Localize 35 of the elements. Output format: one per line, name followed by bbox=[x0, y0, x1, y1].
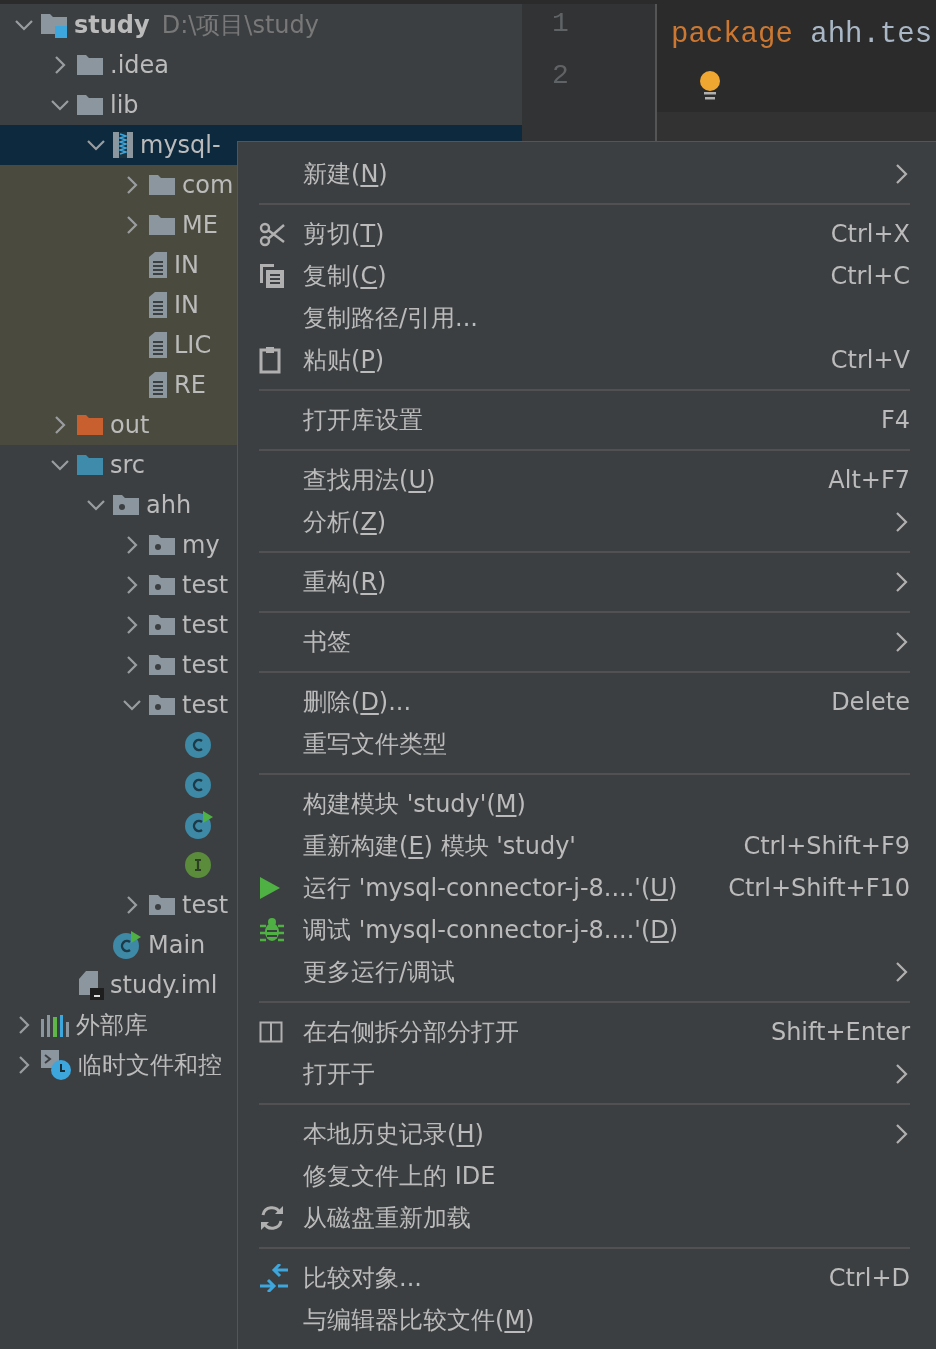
shortcut-label: Ctrl+D bbox=[828, 1264, 910, 1292]
tree-label: 临时文件和控 bbox=[78, 1050, 222, 1081]
path-label: D:\项目\study bbox=[161, 10, 319, 41]
tree-label: RE bbox=[174, 371, 206, 399]
tree-label: mysql- bbox=[140, 131, 221, 159]
shortcut-label: Ctrl+X bbox=[830, 220, 910, 248]
tree-label: my bbox=[182, 531, 220, 559]
tree-label: IN bbox=[174, 291, 200, 319]
tree-label: ME bbox=[182, 211, 218, 239]
tree-label: test bbox=[182, 571, 229, 599]
tree-label: ahh bbox=[146, 491, 192, 519]
tree-label: study.iml bbox=[110, 971, 218, 999]
tree-label: LIC bbox=[174, 331, 212, 359]
tree-label: out bbox=[110, 411, 150, 439]
shortcut-label: F4 bbox=[880, 406, 910, 434]
shortcut-label: Delete bbox=[831, 688, 910, 716]
shortcut-label: Ctrl+V bbox=[830, 346, 910, 374]
tree-label: .idea bbox=[110, 51, 169, 79]
shortcut-label: Ctrl+Shift+F9 bbox=[743, 832, 910, 860]
shortcut-label: Ctrl+C bbox=[830, 262, 910, 290]
tree-label: IN bbox=[174, 251, 200, 279]
tree-label: test bbox=[182, 891, 229, 919]
tree-label: test bbox=[182, 651, 229, 679]
shortcut-label: Ctrl+Shift+F10 bbox=[728, 874, 910, 902]
tree-label: 外部库 bbox=[76, 1010, 148, 1041]
tree-label: study bbox=[74, 11, 150, 39]
tree-label: com bbox=[182, 171, 234, 199]
tree-label: test bbox=[182, 611, 229, 639]
code-line: package ahh.tes bbox=[671, 17, 933, 51]
shortcut-label: Shift+Enter bbox=[770, 1018, 910, 1046]
shortcut-label: Alt+F7 bbox=[828, 466, 910, 494]
tree-label: src bbox=[110, 451, 146, 479]
tree-label: Main bbox=[148, 931, 206, 959]
tree-label: lib bbox=[110, 91, 139, 119]
tree-label: test bbox=[182, 691, 229, 719]
